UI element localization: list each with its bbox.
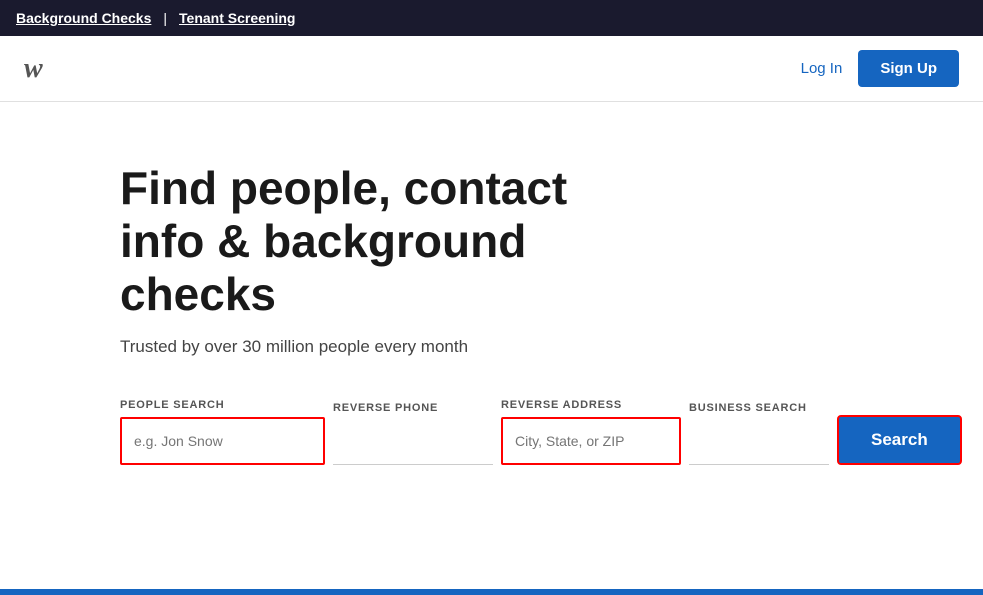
header: w Log In Sign Up	[0, 36, 983, 102]
search-button[interactable]: Search	[837, 415, 962, 465]
background-checks-link[interactable]: Background Checks	[16, 10, 151, 26]
people-search-input[interactable]	[120, 417, 325, 465]
hero-section: Find people, contact info & background c…	[0, 102, 983, 505]
signup-button[interactable]: Sign Up	[858, 50, 959, 87]
reverse-address-input[interactable]	[501, 417, 681, 465]
business-search-input[interactable]	[689, 420, 829, 465]
top-bar: Background Checks | Tenant Screening	[0, 0, 983, 36]
tenant-screening-link[interactable]: Tenant Screening	[179, 10, 295, 26]
hero-title: Find people, contact info & background c…	[120, 162, 660, 321]
reverse-phone-group: REVERSE PHONE	[333, 402, 493, 465]
hero-subtitle: Trusted by over 30 million people every …	[120, 337, 983, 357]
header-actions: Log In Sign Up	[801, 50, 959, 87]
bottom-bar	[0, 589, 983, 595]
business-search-group: BUSINESS SEARCH	[689, 402, 829, 465]
login-link[interactable]: Log In	[801, 60, 843, 77]
people-search-label: PEOPLE SEARCH	[120, 399, 325, 411]
reverse-phone-input[interactable]	[333, 420, 493, 465]
people-search-group: PEOPLE SEARCH	[120, 399, 325, 465]
logo: w	[24, 53, 43, 85]
reverse-address-label: REVERSE ADDRESS	[501, 399, 681, 411]
reverse-phone-label: REVERSE PHONE	[333, 402, 493, 414]
top-bar-divider: |	[163, 10, 167, 26]
search-bar: PEOPLE SEARCH REVERSE PHONE REVERSE ADDR…	[120, 393, 983, 465]
business-search-label: BUSINESS SEARCH	[689, 402, 829, 414]
reverse-address-group: REVERSE ADDRESS	[501, 399, 681, 465]
